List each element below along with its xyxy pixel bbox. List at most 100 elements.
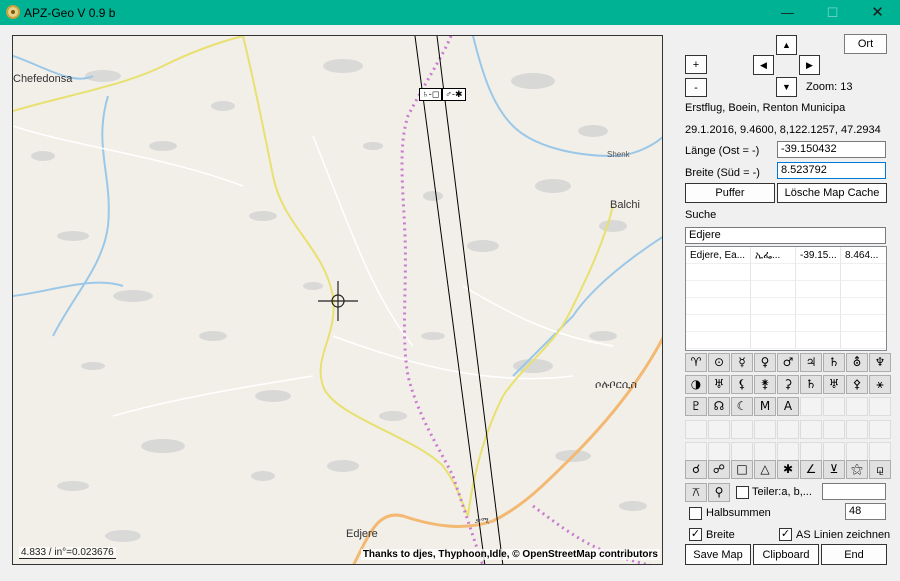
map-scale: 4.833 / in°=0.023676: [19, 547, 116, 559]
teiler-checkbox[interactable]: [736, 486, 749, 499]
glyph-button-empty: [869, 420, 891, 439]
glyph-button-empty: [823, 420, 845, 439]
close-button[interactable]: ✕: [855, 0, 900, 25]
glyph-button[interactable]: ⚼: [869, 460, 891, 479]
glyph-button[interactable]: ⊻: [823, 460, 845, 479]
glyph-button-empty: [800, 397, 822, 416]
glyph-button[interactable]: ♇: [685, 397, 707, 416]
glyph-button[interactable]: ⛢: [846, 353, 868, 372]
glyph-button[interactable]: ☌: [685, 460, 707, 479]
result-region: ኢፌ...: [751, 247, 796, 264]
result-latitude: 8.464...: [841, 247, 886, 264]
halbsummen-label: Halbsummen: [706, 507, 771, 519]
map-symbol-label: ♂-✱: [442, 88, 466, 101]
glyph-button[interactable]: ⚝: [846, 460, 868, 479]
glyph-button-empty: [777, 420, 799, 439]
maximize-button[interactable]: ☐: [810, 0, 855, 25]
table-row-empty: [686, 264, 886, 281]
glyph-button[interactable]: ♄: [800, 375, 822, 394]
glyph-button[interactable]: ♈: [685, 353, 707, 372]
map-aspect-symbols: ♄-◻ ♂-✱: [419, 88, 466, 101]
result-name: Edjere, Ea...: [686, 247, 751, 264]
suche-label: Suche: [685, 209, 717, 221]
window-title: APZ-Geo V 0.9 b: [24, 6, 116, 20]
glyph-button-empty: [846, 442, 868, 461]
pan-right-button[interactable]: ▶: [799, 55, 820, 75]
glyph-button[interactable]: ⊙: [708, 353, 730, 372]
glyph-button[interactable]: ⚴: [846, 375, 868, 394]
place-label-edjere: Edjere: [346, 528, 378, 540]
title-bar: APZ-Geo V 0.9 b — ☐ ✕: [0, 0, 900, 25]
glyph-button[interactable]: ⚵: [754, 375, 776, 394]
glyph-button-empty: [823, 442, 845, 461]
glyph-button[interactable]: ⚹: [869, 375, 891, 394]
laenge-input[interactable]: -39.150432: [777, 141, 886, 158]
glyph-button[interactable]: ☾: [731, 397, 753, 416]
as-linien-label: AS Linien zeichnen: [796, 529, 891, 541]
glyph-button-empty: [800, 420, 822, 439]
place-label-small: ቃሚ: [475, 516, 490, 525]
glyph-button[interactable]: ♆: [869, 353, 891, 372]
glyph-button[interactable]: ♃: [800, 353, 822, 372]
place-label-shenk: Shenk: [607, 150, 630, 159]
breite-input[interactable]: 8.523792: [777, 162, 886, 179]
app-icon: [6, 5, 20, 19]
teiler-input[interactable]: [822, 483, 886, 500]
breite-checkbox[interactable]: ✓: [689, 528, 702, 541]
glyph-button-empty: [754, 420, 776, 439]
save-map-button[interactable]: Save Map: [685, 544, 751, 565]
glyph-button-empty: [731, 442, 753, 461]
halbsummen-input[interactable]: 48: [845, 503, 886, 520]
as-linien-checkbox[interactable]: ✓: [779, 528, 792, 541]
table-row-empty: [686, 332, 886, 349]
glyph-button[interactable]: ☊: [708, 397, 730, 416]
table-row-empty: [686, 315, 886, 332]
glyph-button[interactable]: ⚲: [708, 483, 730, 502]
glyph-button[interactable]: △: [754, 460, 776, 479]
search-results-list[interactable]: Edjere, Ea... ኢፌ... -39.15... 8.464...: [685, 246, 887, 351]
glyph-button[interactable]: ✱: [777, 460, 799, 479]
glyph-button[interactable]: ♅: [823, 375, 845, 394]
glyph-button[interactable]: A: [777, 397, 799, 416]
glyph-button-empty: [869, 442, 891, 461]
puffer-button[interactable]: Puffer: [685, 183, 775, 203]
glyph-button-empty: [869, 397, 891, 416]
pan-left-button[interactable]: ◀: [753, 55, 774, 75]
map-symbol-label: ♄-◻: [419, 88, 443, 101]
minimize-button[interactable]: —: [765, 0, 810, 25]
glyph-button-empty: [708, 442, 730, 461]
breite-label: Breite (Süd = -): [685, 167, 760, 179]
table-row[interactable]: Edjere, Ea... ኢፌ... -39.15... 8.464...: [686, 247, 886, 264]
glyph-button-empty: [846, 420, 868, 439]
map-attribution: Thanks to djes, Thyphoon,Idle, © OpenStr…: [360, 549, 660, 560]
zoom-out-button[interactable]: -: [685, 78, 707, 97]
glyph-button[interactable]: ♀: [754, 353, 776, 372]
end-button[interactable]: End: [821, 544, 887, 565]
glyph-button[interactable]: ♄: [823, 353, 845, 372]
glyph-button[interactable]: ♂: [777, 353, 799, 372]
search-input[interactable]: Edjere: [685, 227, 886, 244]
ort-button[interactable]: Ort: [844, 34, 887, 54]
place-label-ethiopic: ሶሉቦርሲስ: [595, 379, 637, 391]
halbsummen-checkbox[interactable]: [689, 507, 702, 520]
glyph-button[interactable]: ⚳: [777, 375, 799, 394]
glyph-button[interactable]: ☿: [731, 353, 753, 372]
zoom-in-button[interactable]: +: [685, 55, 707, 74]
glyph-button[interactable]: ⚸: [731, 375, 753, 394]
glyph-button[interactable]: ☍: [708, 460, 730, 479]
glyph-button-empty: [846, 397, 868, 416]
glyph-button[interactable]: ♅: [708, 375, 730, 394]
clipboard-button[interactable]: Clipboard: [753, 544, 819, 565]
glyph-button[interactable]: M: [754, 397, 776, 416]
clear-map-cache-button[interactable]: Lösche Map Cache: [777, 183, 887, 203]
pan-down-button[interactable]: ▼: [776, 77, 797, 97]
glyph-button[interactable]: □: [731, 460, 753, 479]
glyph-button-empty: [777, 442, 799, 461]
map-canvas: [13, 36, 662, 564]
glyph-button-empty: [731, 420, 753, 439]
glyph-button[interactable]: ⚻: [685, 483, 707, 502]
glyph-button[interactable]: ◑: [685, 375, 707, 394]
map-view[interactable]: Chefedonsa Shenk Balchi ሶሉቦርሲስ Edjere ቃሚ…: [12, 35, 663, 565]
glyph-button[interactable]: ∠: [800, 460, 822, 479]
pan-up-button[interactable]: ▲: [776, 35, 797, 55]
